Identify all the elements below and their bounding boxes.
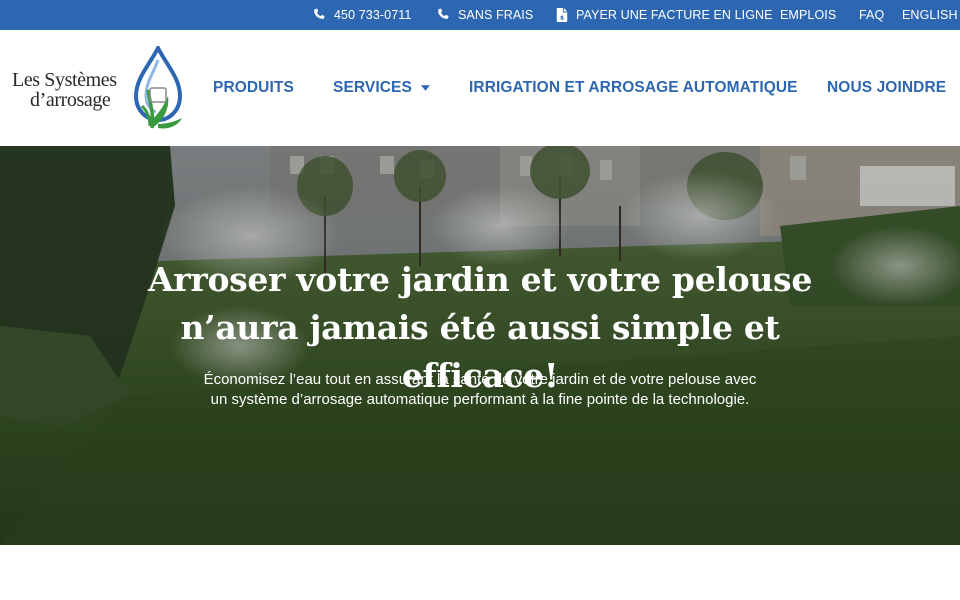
phone-number: 450 733-0711 xyxy=(334,8,412,22)
svg-text:$: $ xyxy=(560,14,564,21)
pay-bill-label: PAYER UNE FACTURE EN LIGNE xyxy=(576,8,773,22)
language-switch-link[interactable]: ENGLISH xyxy=(902,0,958,30)
pay-bill-link[interactable]: $ PAYER UNE FACTURE EN LIGNE xyxy=(556,0,773,30)
caret-down-icon xyxy=(420,85,430,91)
file-invoice-dollar-icon: $ xyxy=(556,8,568,22)
site-logo[interactable]: Les Systèmes d’arrosage xyxy=(12,46,187,132)
phone-link[interactable]: 450 733-0711 xyxy=(312,0,411,30)
phone-icon xyxy=(438,8,449,19)
toll-free-label: SANS FRAIS xyxy=(458,8,534,22)
water-drop-leaf-icon xyxy=(133,46,183,129)
hero-subtitle-line-1: Économisez l’eau tout en assurant la san… xyxy=(203,371,757,388)
logo-wordmark: Les Systèmes d’arrosage xyxy=(12,70,117,110)
hero-subtitle: Économisez l’eau tout en assurant la san… xyxy=(170,370,790,410)
phone-icon xyxy=(314,8,325,19)
toll-free-link[interactable]: SANS FRAIS xyxy=(436,0,533,30)
logo-line-2: d’arrosage xyxy=(30,89,111,111)
top-bar: 450 733-0711 SANS FRAIS $ PAYER UNE FACT… xyxy=(0,0,960,30)
faq-link[interactable]: FAQ xyxy=(859,0,884,30)
site-header: Les Systèmes d’arrosage PRODUITS SERVICE… xyxy=(0,30,960,146)
logo-line-1: Les Systèmes xyxy=(12,69,117,91)
nav-services[interactable]: SERVICES xyxy=(333,30,430,146)
hero-title-line-1: Arroser votre jardin et votre pelouse xyxy=(147,260,813,299)
page-content-area xyxy=(0,545,960,600)
nav-produits[interactable]: PRODUITS xyxy=(213,30,294,146)
hero-subtitle-line-2: un système d’arrosage automatique perfor… xyxy=(210,391,750,408)
nav-services-label: SERVICES xyxy=(333,79,412,96)
nav-contact[interactable]: NOUS JOINDRE xyxy=(827,30,946,146)
hero-banner: Arroser votre jardin et votre pelouse n’… xyxy=(0,146,960,545)
jobs-link[interactable]: EMPLOIS xyxy=(780,0,836,30)
nav-irrigation[interactable]: IRRIGATION ET ARROSAGE AUTOMATIQUE xyxy=(469,30,798,146)
